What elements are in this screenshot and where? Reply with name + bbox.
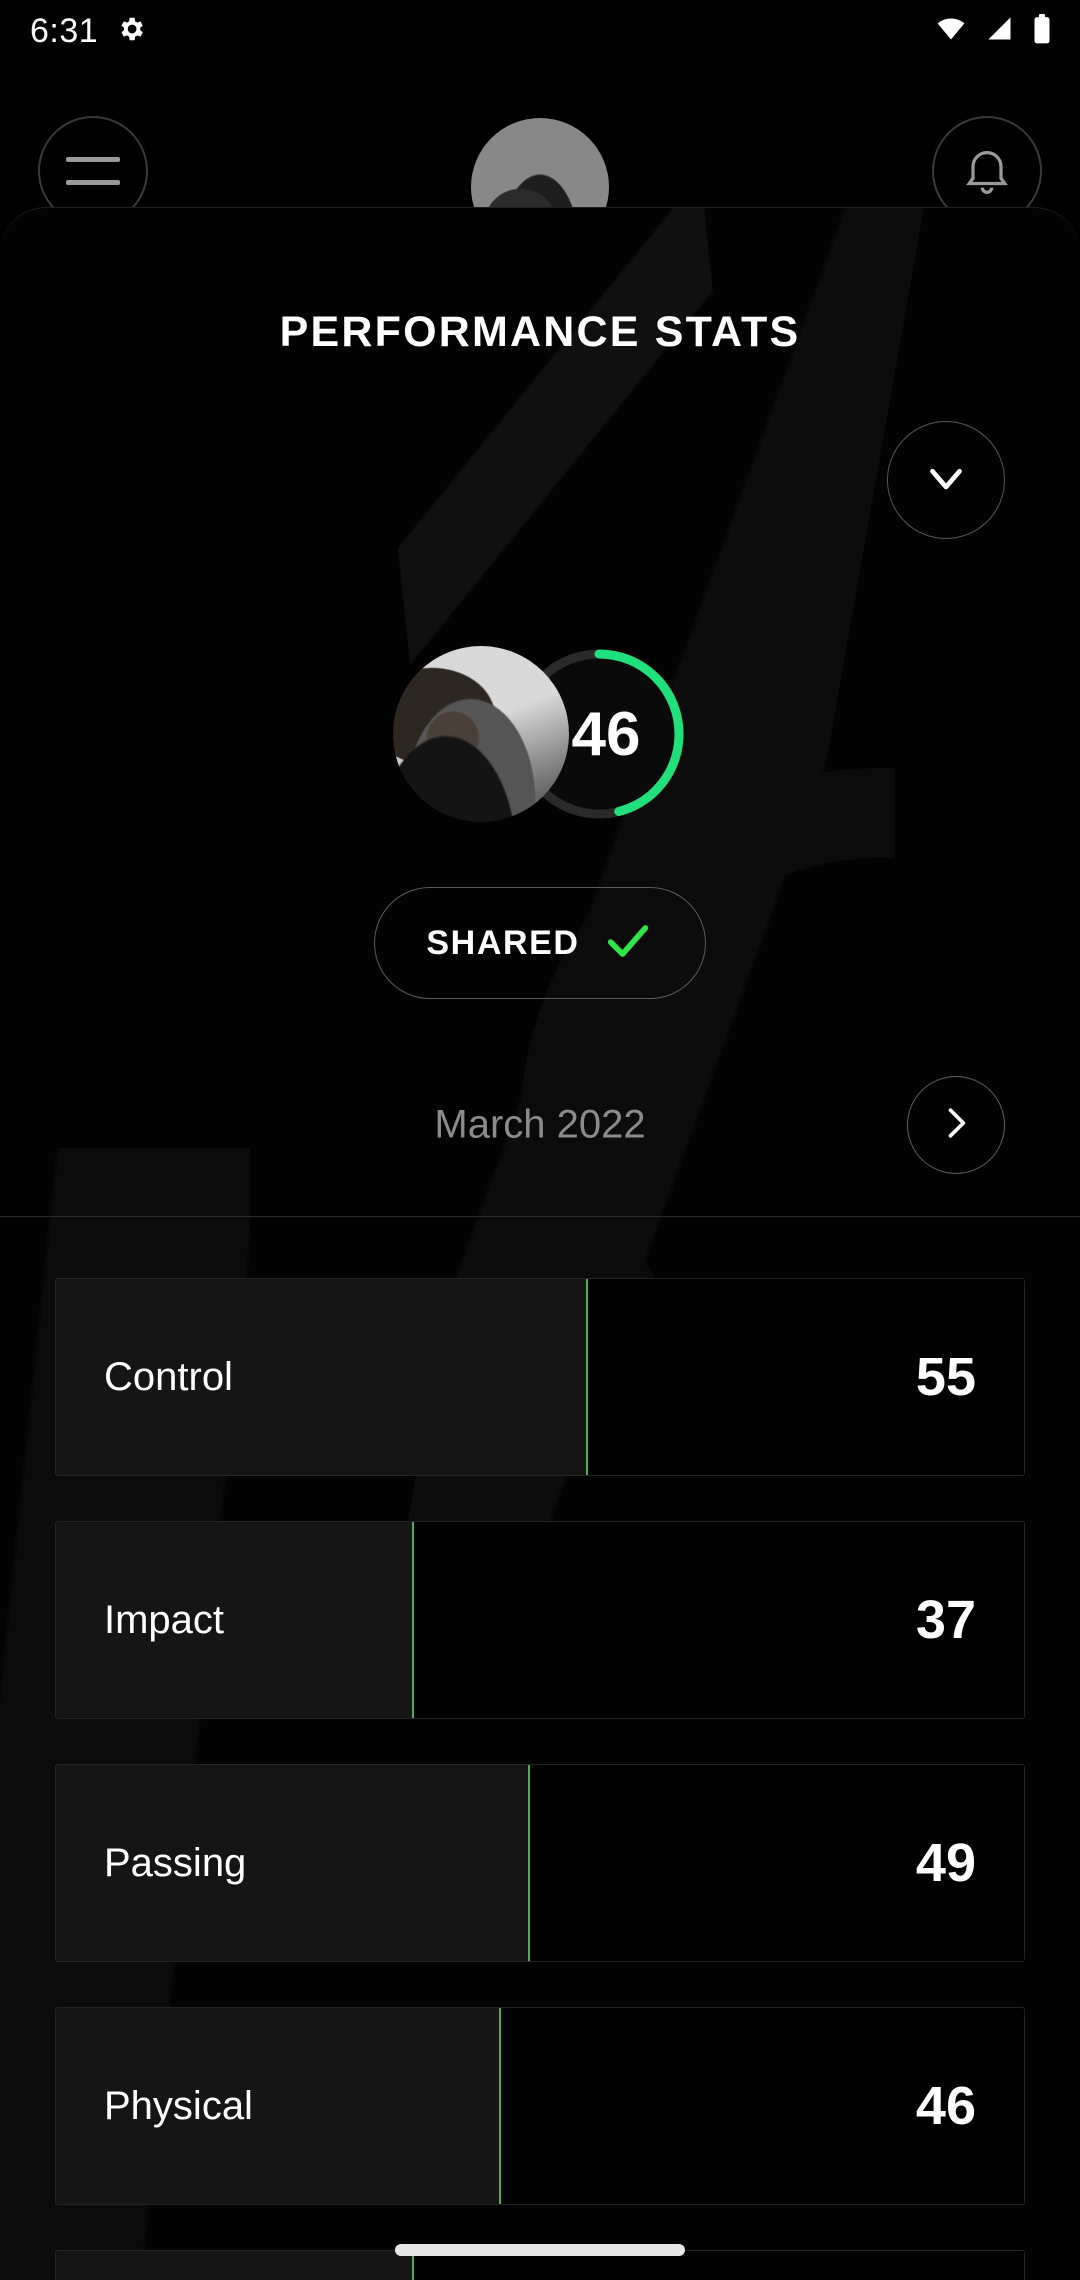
stat-label: Control xyxy=(104,1354,233,1399)
stat-value: 55 xyxy=(915,1347,976,1407)
stat-label: Passing xyxy=(104,1840,247,1885)
stat-row[interactable]: Impact 37 xyxy=(55,1521,1025,1719)
stats-list: Control55Impact37Passing49Physical46Drib… xyxy=(55,1278,1025,2280)
stat-row[interactable]: Passing 49 xyxy=(55,1764,1025,1962)
avatar[interactable] xyxy=(393,646,569,822)
stat-label: Impact xyxy=(104,1597,225,1642)
stat-value: 46 xyxy=(915,2076,976,2136)
chevron-right-icon xyxy=(934,1101,978,1150)
status-bar: 6:31 xyxy=(0,0,1080,62)
status-bar-left: 6:31 xyxy=(30,12,146,51)
overall-score-block: 46 xyxy=(0,646,1080,822)
next-period-button[interactable] xyxy=(907,1076,1005,1174)
stat-row[interactable]: Control 55 xyxy=(55,1278,1025,1476)
gear-icon xyxy=(116,14,146,49)
shared-button-label: SHARED xyxy=(426,923,580,962)
check-icon xyxy=(602,915,654,972)
home-indicator[interactable] xyxy=(395,2244,685,2256)
stat-value: 37 xyxy=(915,1590,976,1650)
performance-stats-sheet: PERFORMANCE STATS 46 SHARED March 2022 C… xyxy=(0,207,1080,2280)
status-bar-right xyxy=(934,13,1052,49)
collapse-sheet-button[interactable] xyxy=(887,421,1005,539)
status-bar-clock: 6:31 xyxy=(30,11,99,50)
cellular-signal-icon xyxy=(984,15,1016,48)
wifi-icon xyxy=(934,15,968,48)
page-title: PERFORMANCE STATS xyxy=(279,308,801,356)
stat-label: Physical xyxy=(104,2083,253,2128)
chevron-down-icon xyxy=(919,451,973,510)
stat-row[interactable]: Physical 46 xyxy=(55,2007,1025,2205)
hamburger-menu-icon xyxy=(66,157,120,185)
section-divider xyxy=(0,1216,1080,1217)
shared-button[interactable]: SHARED xyxy=(374,887,706,999)
app-screen: 6:31 PERFORMANCE STATS 46 SHARED March 2… xyxy=(0,0,1080,2280)
stat-value: 49 xyxy=(915,1833,976,1893)
notification-bell-icon xyxy=(959,141,1015,202)
battery-icon xyxy=(1032,13,1052,49)
stat-bar-fill xyxy=(56,2251,415,2280)
